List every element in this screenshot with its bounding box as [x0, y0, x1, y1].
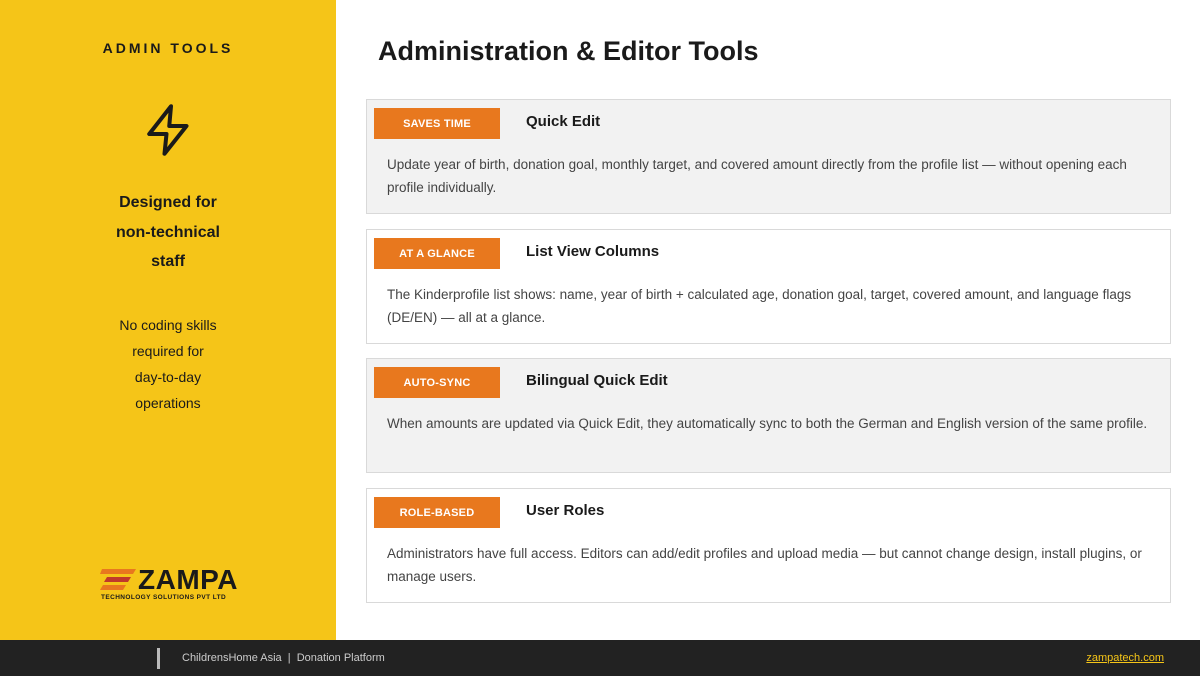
- sidebar-heading-line: Designed for: [119, 194, 217, 211]
- feature-badge: AT A GLANCE: [374, 238, 500, 269]
- feature-title: User Roles: [526, 502, 605, 519]
- feature-description: Update year of birth, donation goal, mon…: [387, 157, 1127, 195]
- feature-card-user-roles: ROLE-BASED User Roles Administrators hav…: [366, 488, 1171, 603]
- logo-tagline: TECHNOLOGY SOLUTIONS PVT LTD: [101, 594, 227, 601]
- feature-title: Quick Edit: [526, 113, 601, 130]
- sidebar-heading-line: staff: [151, 253, 185, 270]
- feature-title: Bilingual Quick Edit: [526, 372, 668, 389]
- sidebar: ADMIN TOOLS Designed for non-technical s…: [0, 0, 336, 640]
- feature-card-list-view-columns: AT A GLANCE List View Columns The Kinder…: [366, 229, 1171, 344]
- sidebar-subtext-line: day-to-day: [134, 369, 202, 385]
- sidebar-heading-line: non-technical: [115, 223, 220, 241]
- feature-badge: AUTO-SYNC: [374, 367, 500, 398]
- page-title: Administration & Editor Tools: [378, 36, 759, 66]
- sidebar-subtext-line: operations: [135, 395, 201, 411]
- footer-divider: [157, 648, 160, 669]
- lightning-bolt-icon: [147, 104, 189, 156]
- feature-badge: SAVES TIME: [374, 108, 500, 139]
- sidebar-subtext: No coding skills required for day-to-day…: [88, 312, 248, 416]
- feature-description: Administrators have full access. Editors…: [387, 546, 1142, 584]
- sidebar-heading: Designed for non-technical staff: [68, 188, 268, 277]
- footer: ChildrensHome Asia | Donation Platform z…: [0, 640, 1200, 676]
- feature-description: When amounts are updated via Quick Edit,…: [387, 416, 1148, 431]
- company-logo: ZAMPA TECHNOLOGY SOLUTIONS PVT LTD: [100, 564, 250, 606]
- sidebar-subtext-line: No coding skills: [119, 317, 217, 333]
- feature-description: The Kinderprofile list shows: name, year…: [387, 287, 1132, 325]
- logo-name: ZAMPA: [138, 564, 238, 595]
- feature-title: List View Columns: [526, 243, 660, 260]
- footer-website-link[interactable]: zampatech.com: [1086, 652, 1164, 664]
- feature-card-quick-edit: SAVES TIME Quick Edit Update year of bir…: [366, 99, 1171, 214]
- footer-text: ChildrensHome Asia | Donation Platform: [182, 652, 385, 664]
- zampa-logo-mark-icon: [100, 569, 136, 590]
- sidebar-title: ADMIN TOOLS: [102, 40, 234, 56]
- feature-badge: ROLE-BASED: [374, 497, 500, 528]
- feature-card-bilingual-quick-edit: AUTO-SYNC Bilingual Quick Edit When amou…: [366, 358, 1171, 473]
- sidebar-subtext-line: required for: [132, 343, 204, 359]
